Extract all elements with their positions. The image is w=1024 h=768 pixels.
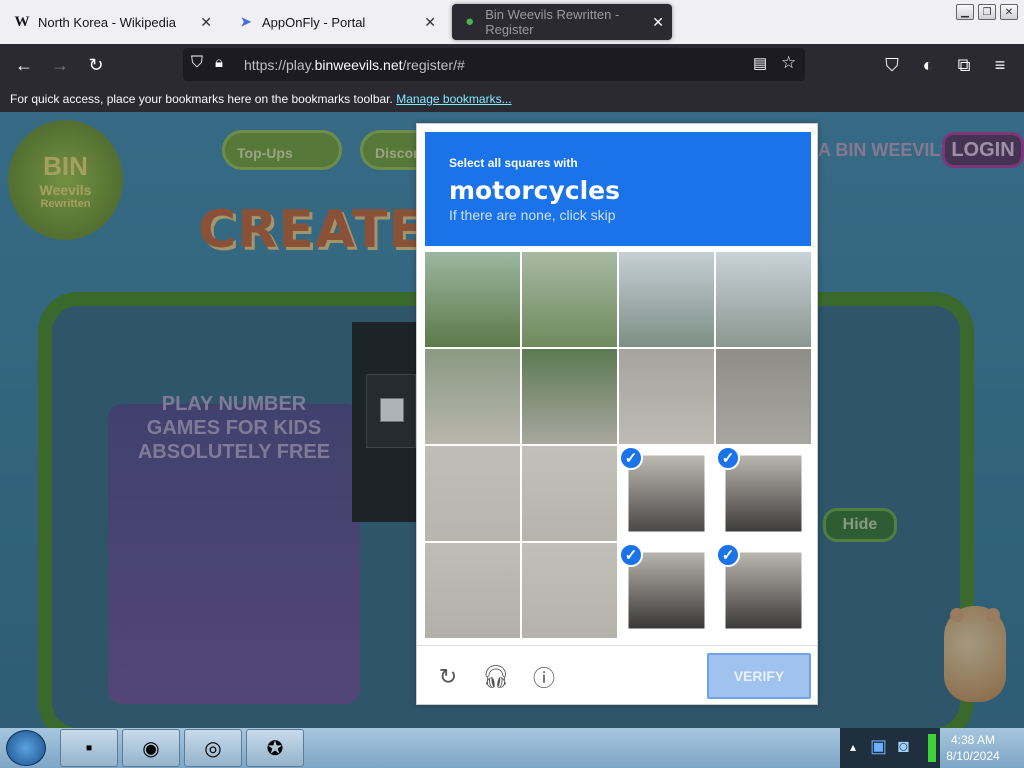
captcha-tile[interactable]: [425, 543, 520, 638]
captcha-tile-image: [425, 446, 520, 541]
bookmarks-hint: For quick access, place your bookmarks h…: [10, 92, 393, 106]
url-text[interactable]: https://play.binweevils.net/register/#: [244, 57, 465, 73]
minimize-icon[interactable]: ▁: [956, 4, 974, 20]
manage-bookmarks-link[interactable]: Manage bookmarks...: [396, 92, 511, 106]
captcha-tile-image: [522, 543, 617, 638]
tab-bar: W North Korea - Wikipedia ✕ ➤ AppOnFly -…: [0, 0, 1024, 44]
captcha-tile[interactable]: [716, 252, 811, 347]
weevil-icon: ●: [465, 13, 475, 30]
pocket-icon[interactable]: ⛉: [880, 53, 904, 77]
captcha-header: Select all squares with motorcycles If t…: [425, 132, 811, 246]
theme-icon[interactable]: ◐: [916, 53, 940, 77]
system-tray: ▴ ▣ ◙: [840, 728, 940, 768]
wikipedia-icon: W: [14, 13, 30, 30]
clock-date: 8/10/2024: [946, 749, 1000, 763]
tab-title: Bin Weevils Rewritten - Register: [485, 7, 620, 37]
checkmark-icon: ✓: [716, 446, 740, 470]
bookmarks-bar: For quick access, place your bookmarks h…: [0, 86, 1024, 112]
captcha-tile-image: [716, 252, 811, 347]
captcha-tile-image: [522, 252, 617, 347]
captcha-instruction: Select all squares with: [449, 156, 578, 170]
captcha-footer: ↻ 🎧︎ ⓘ VERIFY: [417, 645, 817, 705]
captcha-tile-image: [425, 252, 520, 347]
captcha-skip-hint: If there are none, click skip: [449, 207, 616, 223]
back-icon[interactable]: ←: [12, 53, 36, 77]
captcha-tile[interactable]: [619, 349, 714, 444]
checkmark-icon: ✓: [619, 543, 643, 567]
close-icon[interactable]: ✕: [200, 14, 212, 31]
clock[interactable]: 4:38 AM 8/10/2024: [942, 732, 1004, 764]
extensions-icon[interactable]: ⧉: [952, 53, 976, 77]
captcha-challenge: Select all squares with motorcycles If t…: [416, 123, 818, 705]
battery-icon: [928, 734, 936, 762]
tab-title: North Korea - Wikipedia: [38, 14, 176, 30]
clock-time: 4:38 AM: [950, 733, 996, 747]
media-icon[interactable]: ◎: [184, 729, 242, 767]
captcha-tile-image: [619, 349, 714, 444]
tab-apponfly[interactable]: ➤ AppOnFly - Portal ✕: [228, 4, 444, 40]
restore-icon[interactable]: ❐: [978, 4, 996, 20]
tray-arrow-icon[interactable]: ▴: [850, 740, 856, 754]
captcha-tile[interactable]: [522, 349, 617, 444]
captcha-tile[interactable]: [619, 252, 714, 347]
info-icon[interactable]: ⓘ: [531, 664, 557, 691]
captcha-tile[interactable]: [716, 349, 811, 444]
star-icon[interactable]: ☆: [781, 53, 796, 73]
captcha-grid: ✓ ✓ ✓ ✓: [425, 252, 811, 638]
captcha-tile-image: [725, 552, 802, 629]
captcha-tile-image: [522, 446, 617, 541]
captcha-tile-image: [628, 552, 705, 629]
menu-icon[interactable]: ≡: [988, 53, 1012, 77]
checkmark-icon: ✓: [716, 543, 740, 567]
audio-challenge-icon[interactable]: 🎧︎: [482, 664, 510, 690]
close-window-icon[interactable]: ✕: [1000, 4, 1018, 20]
captcha-tile-image: [628, 455, 705, 532]
verify-button[interactable]: VERIFY: [707, 653, 811, 699]
captcha-tile[interactable]: [522, 446, 617, 541]
reload-challenge-icon[interactable]: ↻: [435, 664, 461, 690]
volume-icon[interactable]: ◙: [898, 736, 909, 757]
reload-icon[interactable]: ↻: [84, 53, 108, 77]
network-icon[interactable]: ▣: [870, 736, 887, 757]
terminal-icon[interactable]: ▪: [60, 729, 118, 767]
captcha-tile-image: [716, 349, 811, 444]
captcha-tile[interactable]: [425, 446, 520, 541]
captcha-tile[interactable]: [522, 252, 617, 347]
captcha-tile[interactable]: [522, 543, 617, 638]
captcha-tile-image: [425, 349, 520, 444]
captcha-target: motorcycles: [449, 176, 621, 205]
forward-icon[interactable]: →: [48, 53, 72, 77]
captcha-tile-image: [425, 543, 520, 638]
tab-wikipedia[interactable]: W North Korea - Wikipedia ✕: [4, 4, 220, 40]
url-bar[interactable]: ⛉ 🔒︎ https://play.binweevils.net/registe…: [183, 48, 805, 81]
captcha-tile[interactable]: [425, 252, 520, 347]
shield-icon[interactable]: ⛉: [191, 54, 203, 72]
close-icon[interactable]: ✕: [424, 14, 436, 31]
firefox-icon[interactable]: ◉: [122, 729, 180, 767]
app-icon[interactable]: ✪: [246, 729, 304, 767]
tab-binweevils[interactable]: ● Bin Weevils Rewritten - Register ✕: [452, 4, 672, 40]
arrow-icon: ➤: [240, 14, 252, 29]
checkmark-icon: ✓: [619, 446, 643, 470]
close-icon[interactable]: ✕: [652, 14, 664, 31]
captcha-tile-image: [619, 252, 714, 347]
taskbar: ▪ ◉ ◎ ✪ ▴ ▣ ◙ 4:38 AM 8/10/2024: [0, 728, 1024, 768]
captcha-tile-image: [522, 349, 617, 444]
captcha-tile-image: [725, 455, 802, 532]
start-button[interactable]: [6, 730, 46, 766]
reader-icon[interactable]: ▤: [753, 54, 767, 72]
captcha-tile[interactable]: [425, 349, 520, 444]
tab-title: AppOnFly - Portal: [262, 14, 366, 30]
lock-icon[interactable]: 🔒︎: [215, 54, 223, 71]
